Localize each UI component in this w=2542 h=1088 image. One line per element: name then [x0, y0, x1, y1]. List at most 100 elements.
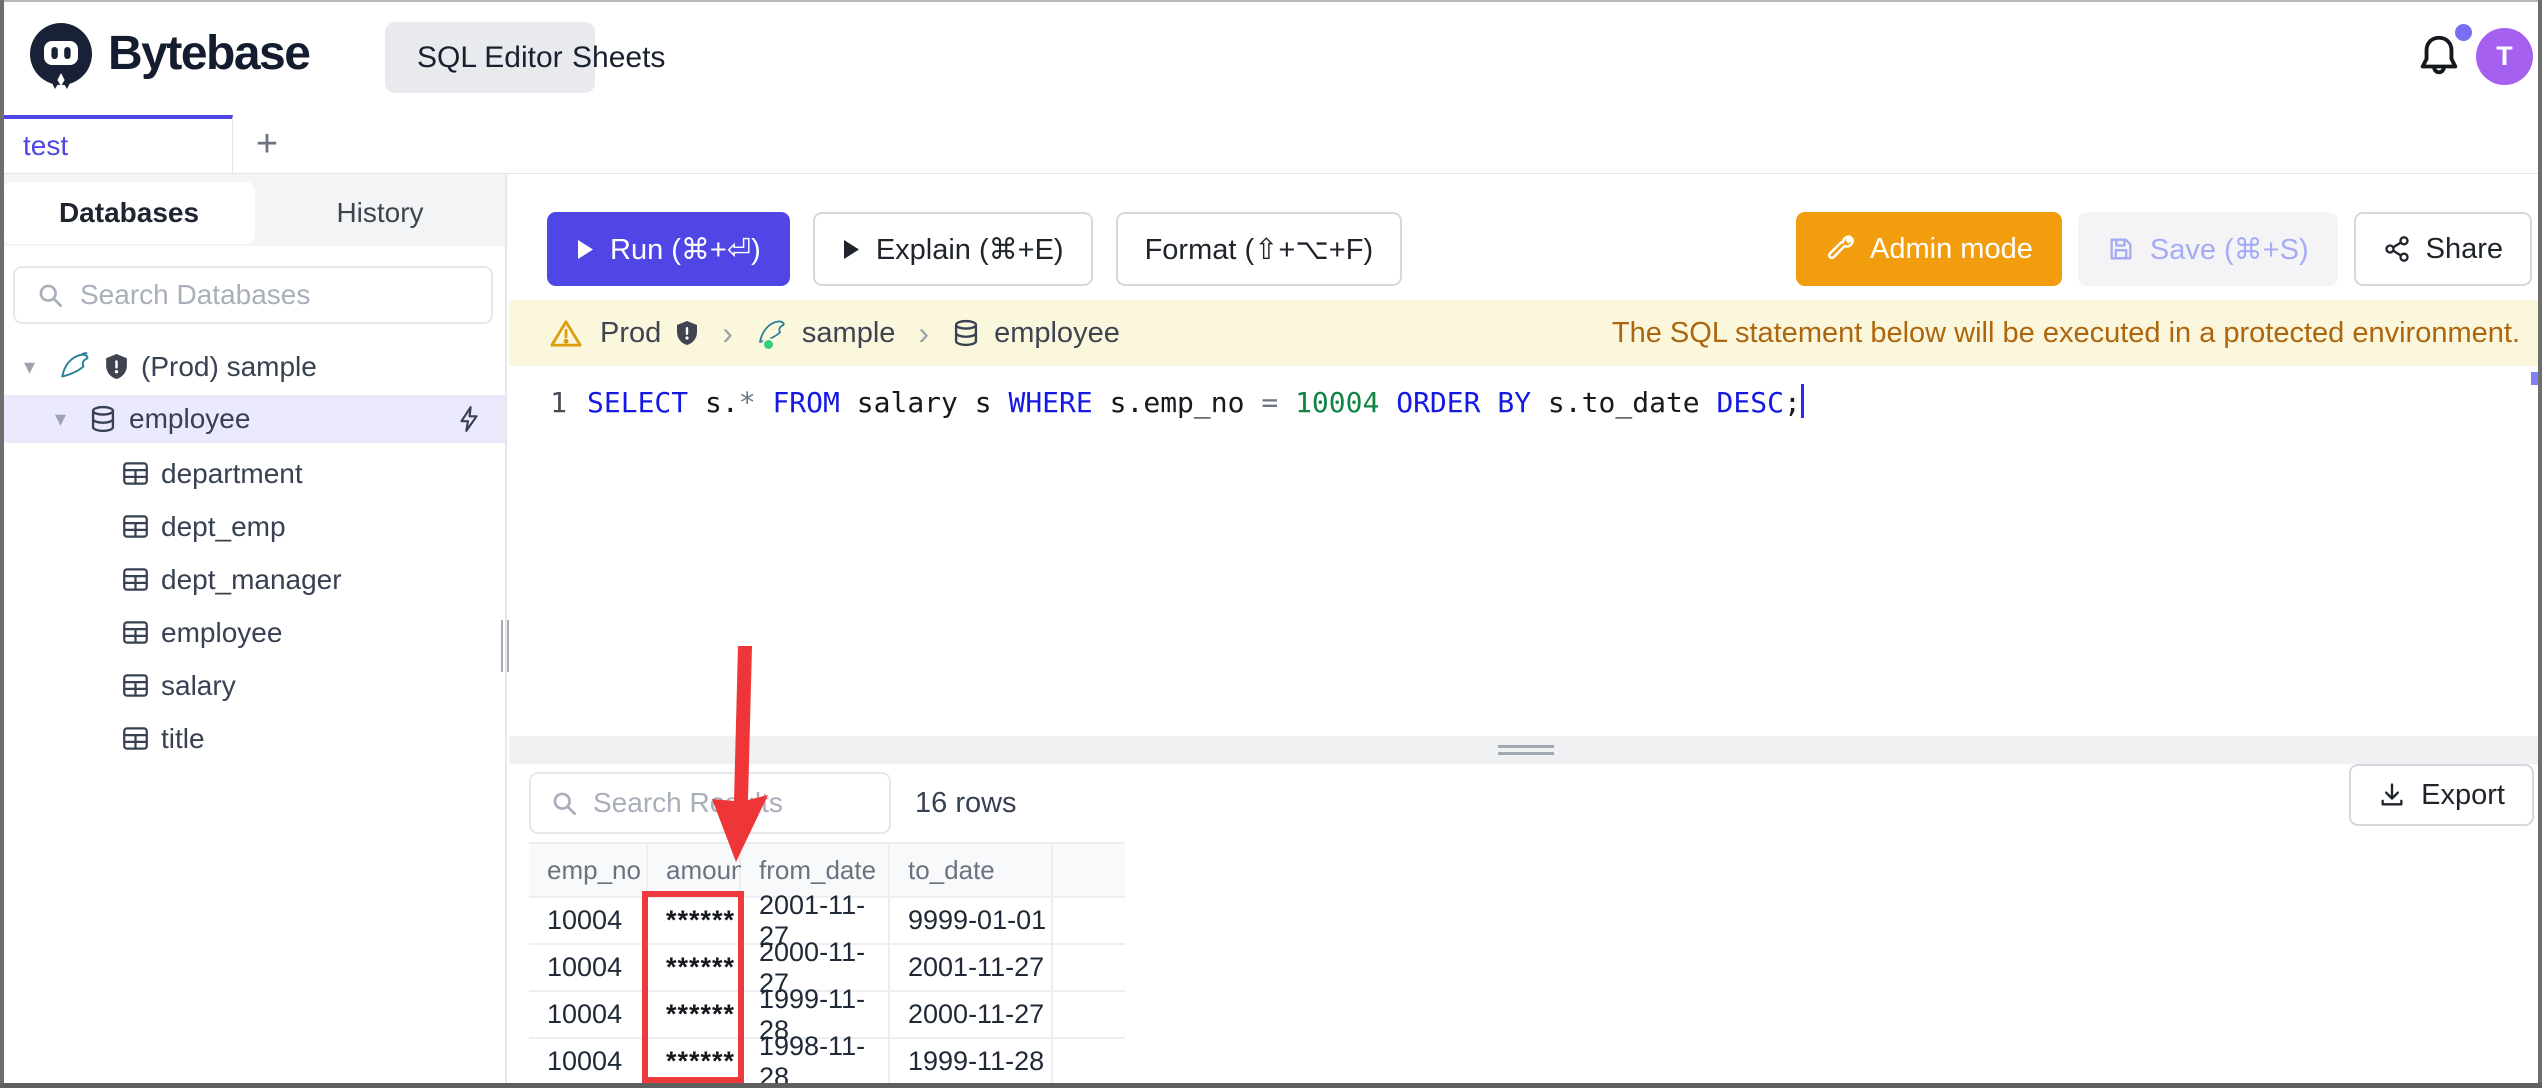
- save-floppy-icon: [2107, 235, 2135, 263]
- main-panel: Run (⌘+⏎) Explain (⌘+E) Format (⇧+⌥+F) A…: [509, 174, 2542, 1088]
- format-button[interactable]: Format (⇧+⌥+F): [1115, 212, 1403, 286]
- cell-spacer: [1053, 992, 1125, 1039]
- explain-button[interactable]: Explain (⌘+E): [812, 212, 1093, 286]
- shield-alert-icon: [675, 320, 699, 346]
- search-icon: [37, 282, 64, 309]
- save-button[interactable]: Save (⌘+S): [2077, 212, 2338, 286]
- tree-instance-label: (Prod) sample: [141, 350, 317, 382]
- cell-to-date: 2000-11-27: [890, 992, 1053, 1039]
- caret-down-icon[interactable]: ▾: [55, 406, 77, 432]
- divider-drag-handle[interactable]: [1497, 745, 1554, 755]
- column-header-spacer: [1053, 842, 1125, 898]
- tree-table-row[interactable]: dept_emp: [0, 500, 505, 553]
- table-body: 10004 ****** 2001-11-27 9999-01-01 10004…: [529, 890, 1125, 1088]
- tab-test[interactable]: test: [0, 115, 233, 173]
- breadcrumb-environment[interactable]: Prod: [600, 317, 699, 350]
- window-border-bottom: [0, 1083, 2542, 1088]
- tree-table-row[interactable]: dept_manager: [0, 553, 505, 606]
- cell-to-date: 2001-11-27: [890, 945, 1053, 992]
- text-cursor: [1800, 384, 1804, 418]
- table-icon: [122, 673, 149, 698]
- warning-triangle-icon: [549, 318, 583, 349]
- line-number: 1: [550, 386, 567, 419]
- cell-amount-masked: ******: [648, 992, 741, 1039]
- code-line: 1 SELECT s.* FROM salary s WHERE s.emp_n…: [509, 366, 2542, 422]
- window-border-right: [2538, 0, 2542, 1088]
- nav-sql-editor[interactable]: SQL Editor: [385, 22, 595, 93]
- search-databases-input[interactable]: Search Databases: [13, 266, 493, 324]
- table-icon: [122, 620, 149, 645]
- cell-emp-no: 10004: [529, 1039, 648, 1086]
- editor-toolbar: Run (⌘+⏎) Explain (⌘+E) Format (⇧+⌥+F) A…: [509, 174, 2542, 300]
- bytebase-logo-icon: [27, 21, 95, 93]
- overview-ruler-tick: [2531, 372, 2538, 385]
- export-button[interactable]: Export: [2349, 764, 2534, 826]
- sql-statement: SELECT s.* FROM salary s WHERE s.emp_no …: [587, 386, 1801, 419]
- add-sheet-button[interactable]: +: [245, 119, 289, 169]
- database-tree: ▾ (Prod) sample ▾ employee department de…: [0, 340, 505, 765]
- cell-from-date: 1998-11-28: [741, 1031, 890, 1088]
- play-icon: [842, 238, 861, 261]
- chevron-right-icon: ›: [918, 314, 930, 351]
- tree-database-label: employee: [129, 403, 251, 434]
- table-icon: [122, 461, 149, 486]
- search-results-input[interactable]: Search Results: [529, 772, 891, 834]
- tree-instance-row[interactable]: ▾ (Prod) sample: [0, 340, 505, 393]
- search-icon: [551, 790, 578, 817]
- mysql-dolphin-icon: [58, 350, 92, 384]
- row-count-label: 16 rows: [915, 786, 1017, 819]
- cell-amount-masked: ******: [648, 898, 741, 945]
- tree-table-list: department dept_emp dept_manager employe…: [0, 447, 505, 765]
- run-button[interactable]: Run (⌘+⏎): [547, 212, 790, 286]
- sheet-tab-bar: test +: [0, 115, 2542, 174]
- sql-editor[interactable]: 1 SELECT s.* FROM salary s WHERE s.emp_n…: [509, 366, 2542, 736]
- admin-mode-button[interactable]: Admin mode: [1796, 212, 2062, 286]
- app-window: Bytebase SQL Editor Sheets T test + Data…: [0, 0, 2542, 1088]
- tree-table-row[interactable]: department: [0, 447, 505, 500]
- avatar[interactable]: T: [2476, 28, 2533, 85]
- breadcrumb-database[interactable]: sample: [756, 317, 895, 351]
- column-header-amount[interactable]: amount: [648, 842, 753, 898]
- tree-table-label: department: [161, 457, 303, 489]
- caret-down-icon[interactable]: ▾: [24, 354, 46, 380]
- nav-sheets[interactable]: Sheets: [572, 22, 665, 93]
- lightning-bolt-icon[interactable]: [456, 405, 482, 433]
- column-header-emp-no[interactable]: emp_no: [529, 842, 648, 898]
- sidebar-tabs: Databases History: [0, 174, 505, 246]
- wrench-icon: [1825, 234, 1855, 264]
- table-row[interactable]: 10004 ****** 1998-11-28 1999-11-28: [529, 1031, 1125, 1088]
- tree-table-row[interactable]: title: [0, 712, 505, 765]
- tree-database-row-employee[interactable]: ▾ employee: [0, 395, 505, 443]
- tree-table-label: title: [161, 722, 205, 754]
- notification-dot: [2455, 24, 2472, 41]
- notification-bell-button[interactable]: [2416, 24, 2472, 82]
- tree-table-label: salary: [161, 669, 236, 701]
- share-button[interactable]: Share: [2353, 212, 2532, 286]
- cell-spacer: [1053, 1039, 1125, 1086]
- shield-alert-icon: [104, 353, 129, 380]
- sidebar: Databases History Search Databases ▾ (Pr…: [0, 174, 509, 1088]
- table-icon: [122, 567, 149, 592]
- tree-table-row[interactable]: employee: [0, 606, 505, 659]
- protected-environment-notice: The SQL statement below will be executed…: [1611, 316, 2520, 349]
- breadcrumb-table[interactable]: employee: [952, 317, 1120, 350]
- cell-amount-masked: ******: [648, 1039, 741, 1086]
- chevron-right-icon: ›: [722, 314, 733, 351]
- cell-spacer: [1053, 945, 1125, 992]
- sidebar-resize-handle[interactable]: [501, 620, 509, 672]
- cell-amount-masked: ******: [648, 945, 741, 992]
- cell-spacer: [1053, 898, 1125, 945]
- search-results-placeholder: Search Results: [593, 787, 783, 818]
- tree-table-label: dept_emp: [161, 510, 286, 542]
- cell-to-date: 1999-11-28: [890, 1039, 1053, 1086]
- tree-table-label: dept_manager: [161, 563, 342, 595]
- tree-table-row[interactable]: salary: [0, 659, 505, 712]
- tab-databases[interactable]: Databases: [3, 182, 255, 244]
- column-header-to-date[interactable]: to_date: [890, 842, 1053, 898]
- brand-title: Bytebase: [108, 27, 311, 80]
- tab-history[interactable]: History: [255, 182, 505, 244]
- download-icon: [2378, 781, 2406, 809]
- bell-icon: [2416, 30, 2462, 80]
- table-icon: [122, 726, 149, 751]
- play-icon: [576, 238, 595, 261]
